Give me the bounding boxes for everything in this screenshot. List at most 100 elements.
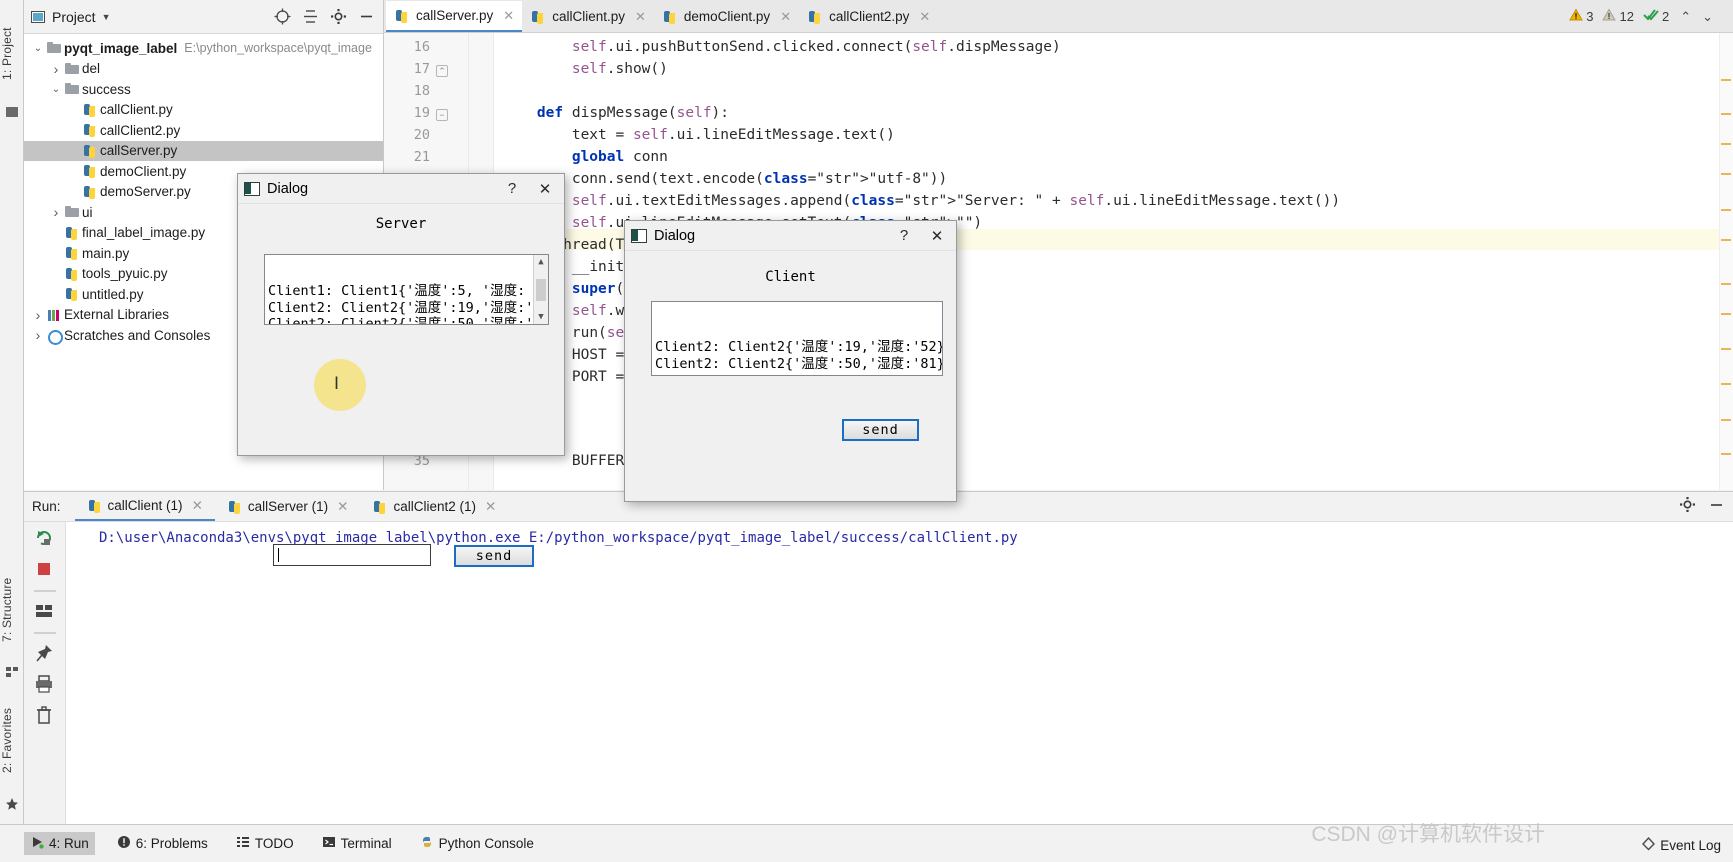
client-dialog[interactable]: Dialog ? ✕ Client Client2: Client2{'温度':… bbox=[624, 220, 957, 502]
tree-item-label: del bbox=[82, 61, 101, 77]
python-file-icon bbox=[82, 184, 98, 200]
toolbar-divider bbox=[33, 632, 56, 634]
favorites-icon bbox=[4, 796, 20, 812]
close-icon[interactable]: ✕ bbox=[485, 499, 496, 515]
editor-tab-bar[interactable]: callServer.py ✕ callClient.py ✕ demoClient.p… bbox=[384, 0, 1733, 33]
error-stripe-gutter[interactable] bbox=[1719, 33, 1733, 490]
chevron-down-icon[interactable]: ⌄ bbox=[30, 43, 46, 54]
client-help-button[interactable]: ? bbox=[891, 225, 917, 247]
run-tab-callserver[interactable]: callServer (1) ✕ bbox=[215, 492, 361, 521]
console-output[interactable]: D:\user\Anaconda3\envs\pyqt_image_label\… bbox=[67, 522, 1733, 824]
code-editor[interactable]: 16 17 18 19 20 21 35 ⌃ − self.ui.pushButtonSen… bbox=[384, 33, 1733, 490]
server-send-button[interactable]: send bbox=[454, 545, 534, 567]
todo-icon bbox=[236, 835, 250, 852]
editor-tab-callclient2-py[interactable]: callClient2.py ✕ bbox=[799, 1, 939, 32]
scroll-up-icon[interactable]: ▲ bbox=[534, 255, 548, 269]
chevron-right-icon[interactable]: › bbox=[30, 307, 46, 323]
collapse-all-icon[interactable] bbox=[299, 6, 321, 28]
server-messages-textedit[interactable]: Client1: Client1{'温度':5, '湿度: 64} Client2… bbox=[264, 254, 549, 325]
server-help-button[interactable]: ? bbox=[499, 178, 525, 200]
chevron-up-icon[interactable]: ⌃ bbox=[1680, 9, 1691, 25]
server-dialog[interactable]: Dialog ? ✕ Server Client1: Client1{'温度':… bbox=[237, 173, 565, 567]
event-log-button[interactable]: Event Log bbox=[1641, 836, 1721, 854]
editor-tab-democlient-py[interactable]: demoClient.py ✕ bbox=[653, 1, 800, 32]
tree-item-callclient-py[interactable]: callClient.py bbox=[24, 100, 383, 121]
fold-marker[interactable]: ⌃ bbox=[436, 65, 448, 77]
status-bar-item-terminal[interactable]: Terminal bbox=[316, 832, 398, 855]
message-line: Client1: Client1{'温度':5, '湿度: 64} bbox=[268, 283, 549, 299]
tree-item-success[interactable]: ⌄ success bbox=[24, 79, 383, 100]
chevron-down-icon[interactable]: ▼ bbox=[102, 12, 111, 22]
scroll-down-icon[interactable]: ▼ bbox=[534, 310, 548, 324]
sidebar-strip-project[interactable]: 1: Project bbox=[0, 8, 24, 100]
chevron-down-icon-inspect[interactable]: ⌄ bbox=[1702, 9, 1713, 25]
status-bar-item-label: Python Console bbox=[438, 836, 534, 851]
check-icon bbox=[1643, 8, 1659, 25]
tree-item-path: E:\python_workspace\pyqt_image bbox=[184, 41, 372, 56]
chevron-right-icon[interactable]: › bbox=[48, 204, 64, 220]
chevron-down-icon[interactable]: ⌄ bbox=[48, 84, 64, 95]
client-dialog-titlebar[interactable]: Dialog ? ✕ bbox=[625, 221, 956, 251]
tree-item-callclient2-py[interactable]: callClient2.py bbox=[24, 120, 383, 141]
scrollbar-thumb[interactable] bbox=[536, 279, 546, 301]
run-tab-callclient[interactable]: callClient (1) ✕ bbox=[74, 492, 215, 521]
sidebar-strip-structure[interactable]: 7: Structure bbox=[0, 560, 24, 660]
tree-item-del[interactable]: › del bbox=[24, 59, 383, 80]
client-send-button[interactable]: send bbox=[842, 419, 919, 441]
server-dialog-titlebar[interactable]: Dialog ? ✕ bbox=[238, 174, 564, 204]
minimize-icon[interactable] bbox=[355, 6, 377, 28]
text-cursor: I bbox=[334, 374, 340, 394]
pin-icon[interactable] bbox=[34, 643, 56, 665]
python-file-icon bbox=[82, 143, 98, 159]
print-icon[interactable] bbox=[34, 674, 56, 696]
target-icon[interactable] bbox=[271, 6, 293, 28]
run-settings-gear-icon[interactable] bbox=[1679, 496, 1696, 516]
status-bar-item-python-console[interactable]: Python Console bbox=[414, 832, 540, 855]
wrap-icon[interactable] bbox=[34, 601, 56, 623]
run-tab-label: callClient (1) bbox=[107, 498, 183, 513]
project-panel-title: Project bbox=[52, 8, 96, 25]
status-bar-item-6-problems[interactable]: 6: Problems bbox=[111, 832, 214, 855]
editor-area: callServer.py ✕ callClient.py ✕ demoClient.p… bbox=[384, 0, 1733, 490]
status-bar-item-4-run[interactable]: 4: Run bbox=[24, 832, 95, 855]
server-close-button[interactable]: ✕ bbox=[532, 178, 558, 200]
tree-item-label: callClient2.py bbox=[100, 122, 181, 138]
run-tab-callclient2[interactable]: callClient2 (1) ✕ bbox=[360, 492, 508, 521]
tree-item-label: success bbox=[82, 81, 131, 97]
trash-icon[interactable] bbox=[34, 705, 56, 727]
status-bar-item-todo[interactable]: TODO bbox=[230, 832, 300, 855]
close-icon[interactable]: ✕ bbox=[919, 9, 930, 25]
tree-item-pyqt-image-label[interactable]: ⌄ pyqt_image_label E:\python_workspace\pyq… bbox=[24, 38, 383, 59]
sidebar-strip-favorites[interactable]: 2: Favorites bbox=[0, 688, 24, 792]
code-line: def dispMessage(self): bbox=[536, 105, 730, 121]
tree-item-callserver-py[interactable]: callServer.py bbox=[24, 140, 383, 161]
editor-tab-callserver-py[interactable]: callServer.py ✕ bbox=[386, 1, 523, 32]
run-tab-label: callServer (1) bbox=[247, 499, 329, 514]
close-icon[interactable]: ✕ bbox=[635, 9, 646, 25]
chevron-right-icon[interactable]: › bbox=[30, 327, 46, 343]
run-minimize-icon[interactable] bbox=[1708, 496, 1725, 516]
server-messages-scrollbar[interactable]: ▲ ▼ bbox=[533, 255, 548, 324]
click-highlight bbox=[314, 359, 366, 411]
project-panel-icon bbox=[30, 9, 46, 25]
gear-icon[interactable] bbox=[327, 6, 349, 28]
close-icon[interactable]: ✕ bbox=[503, 8, 514, 24]
tree-item-label: pyqt_image_label bbox=[64, 40, 178, 56]
close-icon[interactable]: ✕ bbox=[337, 499, 348, 515]
server-message-input[interactable] bbox=[273, 544, 431, 566]
project-icon bbox=[4, 104, 20, 120]
chevron-right-icon[interactable]: › bbox=[48, 61, 64, 77]
client-close-button[interactable]: ✕ bbox=[924, 225, 950, 247]
close-icon[interactable]: ✕ bbox=[192, 498, 203, 514]
client-messages-textedit[interactable]: Client2: Client2{'温度':19,'湿度:'52} Client2… bbox=[651, 301, 943, 376]
editor-tab-callclient-py[interactable]: callClient.py ✕ bbox=[522, 1, 654, 32]
close-icon[interactable]: ✕ bbox=[780, 9, 791, 25]
code-line: self.ui.pushButtonSend.clicked.connect(s… bbox=[571, 39, 1061, 55]
line-number: 20 bbox=[413, 127, 430, 143]
run-toolbar[interactable] bbox=[24, 522, 66, 824]
rerun-icon[interactable] bbox=[34, 528, 56, 550]
code-line: text = self.ui.lineEditMessage.text() bbox=[502, 127, 895, 143]
inspection-widget[interactable]: 3 12 2 ⌃ ⌄ bbox=[1569, 0, 1719, 33]
fold-marker[interactable]: − bbox=[436, 109, 448, 121]
stop-icon[interactable] bbox=[34, 559, 56, 581]
